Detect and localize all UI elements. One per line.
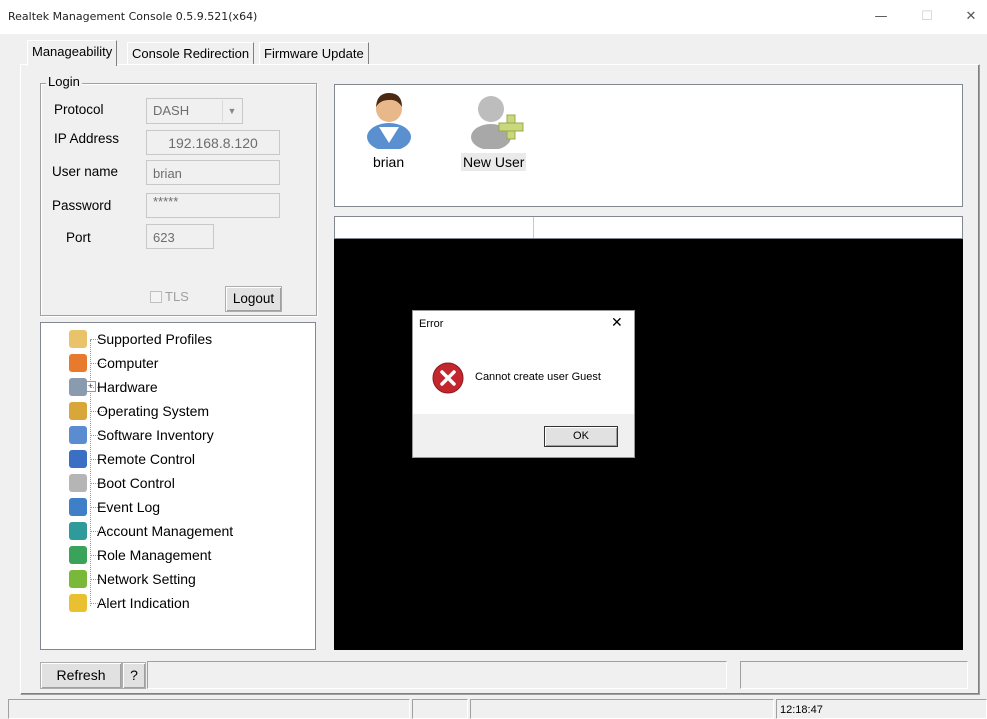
status-time: 12:18:47	[780, 704, 823, 716]
tree-item-label: Event Log	[97, 499, 161, 515]
tab-manageability[interactable]: Manageability	[27, 40, 118, 66]
column-divider[interactable]	[533, 217, 534, 238]
username-field[interactable]: brian	[146, 160, 280, 185]
add-user-icon	[471, 96, 524, 149]
role-icon	[69, 546, 87, 564]
status-pane-2	[412, 699, 468, 719]
dialog-footer: OK	[413, 414, 634, 457]
title-bar: Realtek Management Console 0.5.9.521(x64…	[0, 0, 987, 34]
username-label: User name	[52, 164, 119, 179]
navigation-tree: + Supported Profiles Computer Hardware Oper…	[40, 322, 316, 650]
tree-item-label: Software Inventory	[97, 427, 214, 443]
message-field	[147, 661, 727, 689]
boot-icon	[69, 474, 87, 492]
tab-firmware-update[interactable]: Firmware Update	[259, 42, 369, 65]
app-window: Realtek Management Console 0.5.9.521(x64…	[0, 0, 987, 719]
minimize-button[interactable]: —	[866, 6, 896, 28]
window-title: Realtek Management Console 0.5.9.521(x64…	[8, 10, 258, 23]
tree-item-label: Hardware	[97, 379, 158, 395]
protocol-value: DASH	[153, 103, 190, 118]
tree-item-software-inventory[interactable]: Software Inventory	[69, 424, 214, 446]
tree-item-label: Computer	[97, 355, 159, 371]
tree-item-role-management[interactable]: Role Management	[69, 544, 212, 566]
tree-item-computer[interactable]: Computer	[69, 352, 159, 374]
ok-button[interactable]: OK	[544, 426, 618, 447]
tree-item-remote-control[interactable]: Remote Control	[69, 448, 196, 470]
tree-item-account-management[interactable]: Account Management	[69, 520, 234, 542]
error-icon	[432, 362, 464, 394]
tree-item-supported-profiles[interactable]: Supported Profiles	[69, 328, 213, 350]
tls-label: TLS	[165, 289, 189, 304]
tls-checkbox[interactable]	[150, 291, 162, 303]
list-header	[334, 216, 963, 239]
event-log-icon	[69, 498, 87, 516]
lock-icon	[69, 522, 87, 540]
tree-item-boot-control[interactable]: Boot Control	[69, 472, 175, 494]
alert-icon	[69, 594, 87, 612]
dialog-message: Cannot create user Guest	[475, 371, 601, 383]
dialog-title: Error	[419, 318, 444, 330]
tree-item-label: Boot Control	[97, 475, 175, 491]
user-label: brian	[373, 154, 405, 170]
tree-item-label: Supported Profiles	[97, 331, 213, 347]
tree-item-network-setting[interactable]: Network Setting	[69, 568, 196, 590]
status-pane-1	[8, 699, 410, 719]
ip-address-field[interactable]: 192.168.8.120	[146, 130, 280, 155]
windows-icon	[69, 402, 87, 420]
hardware-icon	[69, 378, 87, 396]
user-icon	[367, 93, 411, 149]
port-field[interactable]: 623	[146, 224, 214, 249]
profiles-icon	[69, 330, 87, 348]
tree-item-alert-indication[interactable]: Alert Indication	[69, 592, 190, 614]
ip-address-label: IP Address	[54, 131, 120, 146]
software-icon	[69, 426, 87, 444]
maximize-button[interactable]: ☐	[912, 6, 942, 28]
tab-console-redirection[interactable]: Console Redirection	[127, 42, 255, 65]
tree-item-event-log[interactable]: Event Log	[69, 496, 161, 518]
close-window-button[interactable]: ✕	[956, 6, 986, 28]
tree-lines	[90, 340, 91, 606]
tree-item-hardware[interactable]: Hardware	[69, 376, 158, 398]
tree-item-label: Remote Control	[97, 451, 196, 467]
port-label: Port	[66, 230, 91, 245]
tree-item-label: Operating System	[97, 403, 210, 419]
chevron-down-icon: ▼	[222, 100, 241, 122]
login-legend: Login	[46, 74, 82, 89]
tree-item-label: Account Management	[97, 523, 234, 539]
new-user-label: New User	[461, 153, 527, 171]
status-time-pane: 12:18:47	[776, 699, 987, 719]
refresh-button[interactable]: Refresh	[40, 662, 122, 689]
remote-control-icon	[69, 450, 87, 468]
tree-item-label: Network Setting	[97, 571, 196, 587]
logout-button[interactable]: Logout	[225, 286, 282, 312]
tree-item-label: Role Management	[97, 547, 212, 563]
users-panel: brian New User	[334, 84, 963, 207]
protocol-select[interactable]: DASH ▼	[146, 98, 243, 124]
computer-icon	[69, 354, 87, 372]
new-user-button[interactable]: New User	[459, 87, 539, 175]
error-dialog: Error ✕ Cannot create user Guest OK	[412, 310, 635, 458]
help-button[interactable]: ?	[122, 662, 146, 689]
protocol-label: Protocol	[54, 102, 104, 117]
info-field	[740, 661, 968, 689]
status-pane-3	[470, 699, 774, 719]
password-label: Password	[52, 198, 112, 213]
network-icon	[69, 570, 87, 588]
password-field[interactable]: *****	[146, 193, 280, 218]
user-item-brian[interactable]: brian	[359, 87, 419, 175]
tree-item-operating-system[interactable]: Operating System	[69, 400, 210, 422]
dialog-close-button[interactable]: ✕	[611, 314, 623, 331]
tree-item-label: Alert Indication	[97, 595, 190, 611]
